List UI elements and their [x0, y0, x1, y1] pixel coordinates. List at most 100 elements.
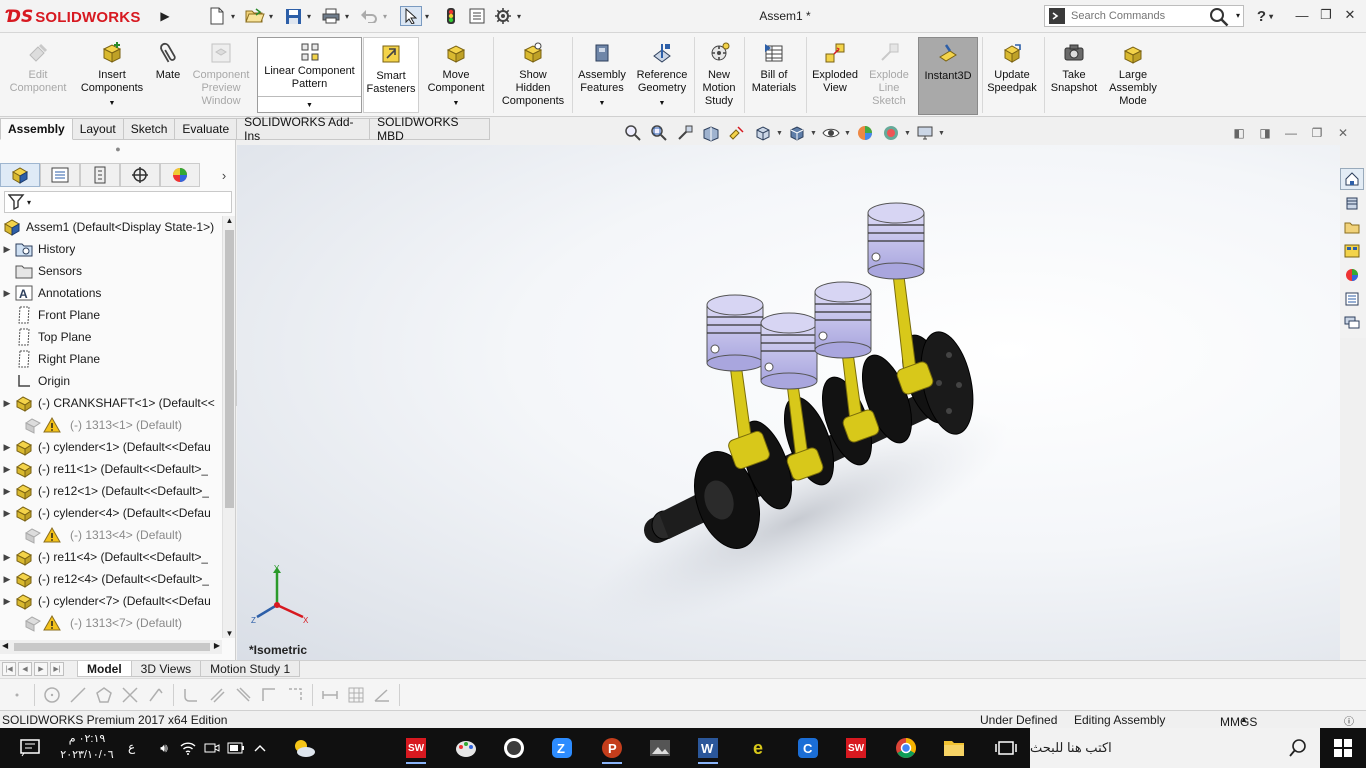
close-icon[interactable]: ✕ — [1338, 4, 1362, 26]
panel-grip-handle[interactable]: ● — [0, 142, 236, 156]
scroll-right-icon[interactable]: ▶ — [214, 641, 220, 650]
tree-item[interactable]: ▶ (-) CRANKSHAFT<1> (Default<< — [0, 392, 222, 414]
view-settings-monitor-icon[interactable] — [912, 122, 938, 144]
reference-geometry-button[interactable]: Reference Geometry ▼ — [632, 37, 692, 115]
tree-item[interactable]: ▶ (-) re12<1> (Default<<Default>_ — [0, 480, 222, 502]
word-app-icon[interactable]: W — [692, 732, 724, 764]
chrome-icon[interactable] — [890, 732, 922, 764]
corner-rectangle-icon[interactable] — [256, 682, 282, 708]
scroll-thumb[interactable] — [225, 230, 234, 508]
expand-arrow-icon[interactable]: ▶ — [0, 442, 14, 453]
tree-item[interactable]: ▶ History — [0, 238, 222, 260]
mate-button[interactable]: Mate — [150, 37, 186, 115]
hscroll-thumb[interactable] — [14, 643, 210, 651]
hide-show-items-icon[interactable] — [818, 122, 844, 144]
save-icon[interactable] — [282, 6, 304, 26]
new-dropdown-icon[interactable]: ▾ — [228, 6, 238, 26]
wifi-icon[interactable] — [178, 739, 198, 757]
tile-right-icon[interactable]: ◨ — [1252, 124, 1278, 142]
large-assembly-mode-button[interactable]: Large Assembly Mode — [1104, 37, 1162, 115]
rebuild-traffic-light-icon[interactable] — [440, 6, 462, 26]
tab-motion-study-1[interactable]: Motion Study 1 — [200, 661, 301, 677]
edrawings-2017-icon[interactable]: e — [744, 732, 776, 764]
last-tab-arrow-icon[interactable]: ▶| — [50, 662, 64, 676]
search-icon[interactable] — [1209, 7, 1229, 27]
mirror-entities-icon[interactable] — [230, 682, 256, 708]
expand-arrow-icon[interactable]: ▶ — [0, 464, 14, 475]
circle-icon[interactable] — [39, 682, 65, 708]
zoom-to-area-icon[interactable] — [646, 122, 672, 144]
tile-left-icon[interactable]: ◧ — [1226, 124, 1252, 142]
task-view-icon[interactable] — [990, 732, 1022, 764]
take-snapshot-button[interactable]: Take Snapshot — [1046, 37, 1102, 115]
open-dropdown-icon[interactable]: ▾ — [266, 6, 276, 26]
select-cursor-icon[interactable] — [400, 6, 422, 26]
line-icon[interactable] — [65, 682, 91, 708]
solidworks-resources-home-icon[interactable] — [1340, 168, 1364, 190]
volume-icon[interactable]: 🔊︎ — [154, 739, 174, 757]
scroll-left-icon[interactable]: ◀ — [2, 641, 8, 650]
linear-pattern-dropdown-icon[interactable]: ▼ — [258, 96, 361, 112]
tree-item[interactable]: Top Plane — [0, 326, 222, 348]
print-icon[interactable] — [320, 6, 342, 26]
tab-evaluate[interactable]: Evaluate — [175, 118, 238, 140]
expand-arrow-icon[interactable]: ▶ — [0, 596, 14, 607]
select-dropdown-icon[interactable]: ▾ — [422, 6, 432, 26]
expand-arrow-icon[interactable]: ▶ — [0, 398, 14, 409]
zoom-app-icon[interactable]: Z — [546, 732, 578, 764]
search-commands-box[interactable]: ▾ — [1044, 5, 1244, 27]
offset-entities-icon[interactable] — [204, 682, 230, 708]
tree-item[interactable]: (-) 1313<1> (Default) — [0, 414, 222, 436]
undo-icon[interactable] — [358, 6, 380, 26]
move-component-button[interactable]: Move Component ▼ — [422, 37, 490, 115]
assembly-features-dropdown-icon[interactable]: ▼ — [599, 97, 606, 110]
tree-item[interactable]: ▶ (-) cylender<7> (Default<<Defau — [0, 590, 222, 612]
tree-item[interactable]: Origin — [0, 370, 222, 392]
tree-item[interactable]: Front Plane — [0, 304, 222, 326]
print-dropdown-icon[interactable]: ▾ — [342, 6, 352, 26]
tab-solidworks-mbd[interactable]: SOLIDWORKS MBD — [370, 115, 490, 143]
view-orientation-dropdown-icon[interactable]: ▼ — [776, 130, 784, 137]
previous-view-icon[interactable] — [672, 122, 698, 144]
taskbar-clock[interactable]: ٠٢:١٩ م ٢٠٢٣/١٠/٠٦ — [52, 731, 122, 763]
tree-item[interactable]: ▶ (-) re11<1> (Default<<Default>_ — [0, 458, 222, 480]
tab-model[interactable]: Model — [77, 661, 132, 677]
menu-pin-arrow-icon[interactable]: ▶ — [158, 5, 172, 27]
taskbar-search-box[interactable]: اكتب هنا للبحث — [1030, 728, 1320, 768]
exploded-view-button[interactable]: Exploded View — [808, 37, 862, 115]
expand-arrow-icon[interactable]: ▶ — [0, 244, 14, 255]
tree-item[interactable]: ▶ (-) re12<4> (Default<<Default>_ — [0, 568, 222, 590]
forum-chat-icon[interactable] — [1340, 312, 1364, 334]
file-properties-icon[interactable] — [466, 6, 488, 26]
notifications-icon[interactable] — [14, 732, 46, 764]
expand-arrow-icon[interactable]: ▶ — [0, 486, 14, 497]
assembly-features-button[interactable]: Assembly Features ▼ — [574, 37, 630, 115]
edit-appearance-icon[interactable] — [852, 122, 878, 144]
custom-properties-icon[interactable] — [1340, 288, 1364, 310]
tree-item[interactable]: Sensors — [0, 260, 222, 282]
update-speedpak-button[interactable]: Update Speedpak — [984, 37, 1040, 115]
file-explorer-taskbar-icon[interactable] — [938, 732, 970, 764]
options-gear-icon[interactable] — [492, 6, 514, 26]
expand-arrow-icon[interactable]: ▶ — [0, 288, 14, 299]
insert-components-button[interactable]: Insert Components ▼ — [76, 37, 148, 115]
dynamic-annotation-icon[interactable] — [724, 122, 750, 144]
scroll-down-icon[interactable]: ▼ — [223, 629, 236, 638]
paint-app-icon[interactable] — [450, 732, 482, 764]
solidworks-logo[interactable]: ƊS SOLIDWORKS — [6, 4, 156, 30]
tree-item[interactable]: (-) 1313<4> (Default) — [0, 524, 222, 546]
graphics-area[interactable]: Y X Z *Isometric — [237, 145, 1340, 660]
viewport-close-icon[interactable]: ✕ — [1330, 124, 1356, 142]
zoom-to-fit-icon[interactable] — [620, 122, 646, 144]
sketch-fillet-icon[interactable] — [178, 682, 204, 708]
hide-show-dropdown-icon[interactable]: ▼ — [844, 130, 852, 137]
next-tab-arrow-icon[interactable]: ▶ — [34, 662, 48, 676]
new-motion-study-button[interactable]: New Motion Study — [696, 37, 742, 115]
insert-components-dropdown-icon[interactable]: ▼ — [109, 97, 116, 110]
smart-fasteners-button[interactable]: Smart Fasteners — [363, 37, 419, 113]
weather-icon[interactable] — [288, 732, 320, 764]
engine-crankshaft-model[interactable] — [237, 145, 1340, 660]
smart-dimension-icon[interactable] — [317, 682, 343, 708]
expand-arrow-icon[interactable]: ▶ — [0, 574, 14, 585]
tree-item[interactable]: ▶ (-) cylender<1> (Default<<Defau — [0, 436, 222, 458]
